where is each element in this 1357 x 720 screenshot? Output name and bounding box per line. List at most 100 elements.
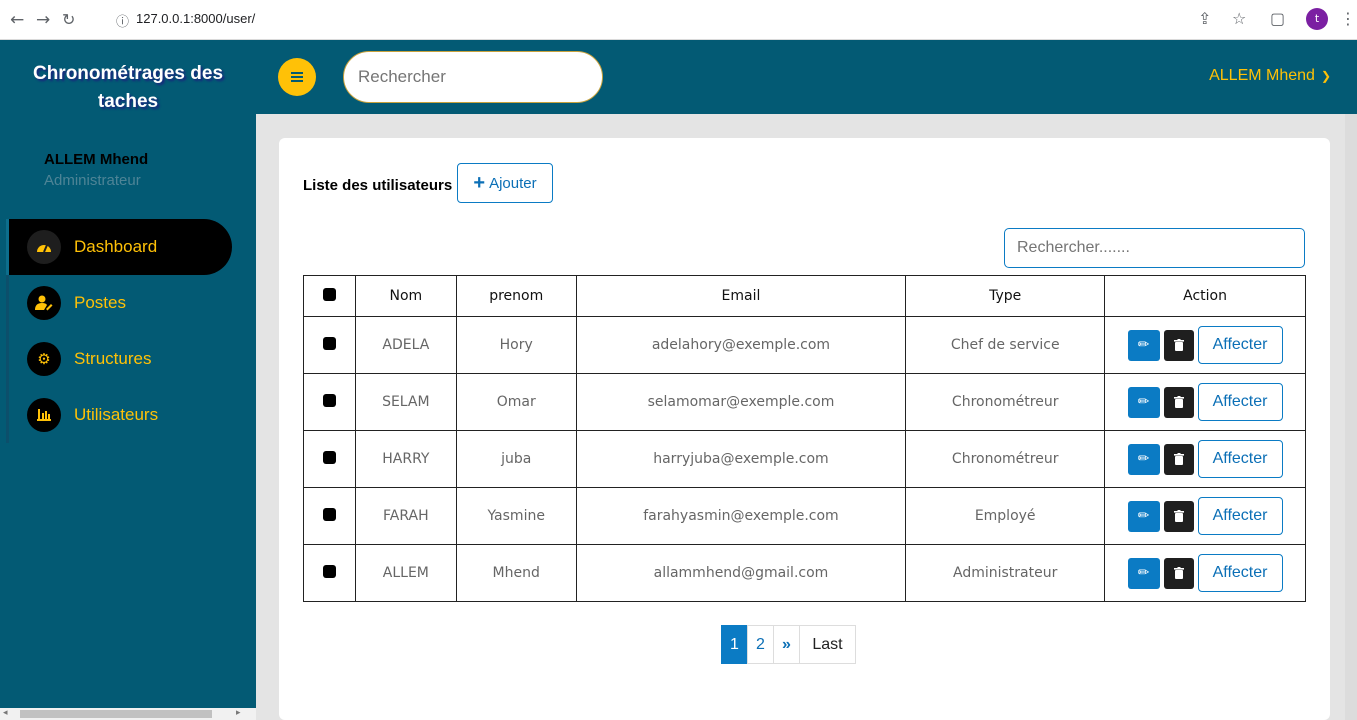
delete-button[interactable] <box>1163 557 1194 589</box>
page-vertical-scrollbar[interactable] <box>1345 114 1357 720</box>
side-panel-icon[interactable]: ▢ <box>1270 9 1285 28</box>
assign-button[interactable]: Affecter <box>1197 440 1283 478</box>
table-search-input[interactable] <box>1004 228 1305 268</box>
last-page-button[interactable]: Last <box>799 625 856 664</box>
row-checkbox-cell[interactable] <box>303 430 356 488</box>
page-title: Liste des utilisateurs <box>303 177 453 194</box>
info-icon[interactable]: ⓘ <box>116 11 129 30</box>
assign-button[interactable]: Affecter <box>1197 554 1283 592</box>
column-header-email: Email <box>575 275 907 317</box>
cell-email: selamomar@exemple.com <box>575 373 907 431</box>
cell-actions: ✏︎ Affecter <box>1104 544 1306 602</box>
user-menu-name: ALLEM Mhend <box>1209 67 1315 84</box>
row-checkbox[interactable] <box>322 393 336 407</box>
browser-menu-icon[interactable]: ⋮ <box>1340 9 1356 28</box>
cell-email: farahyasmin@exemple.com <box>575 487 907 545</box>
assign-button[interactable]: Affecter <box>1197 497 1283 535</box>
table-row: ADELA Hory adelahory@exemple.com Chef de se… <box>303 316 1306 374</box>
share-icon[interactable]: ⇪ <box>1198 9 1211 28</box>
cell-prenom: Yasmine <box>455 487 577 545</box>
gauge-icon <box>27 230 61 264</box>
cell-prenom: juba <box>455 430 577 488</box>
user-edit-icon <box>27 286 61 320</box>
cell-actions: ✏︎ Affecter <box>1104 373 1306 431</box>
row-checkbox-cell[interactable] <box>303 544 356 602</box>
row-checkbox-cell[interactable] <box>303 373 356 431</box>
edit-button[interactable]: ✏︎ <box>1127 386 1160 418</box>
pencil-icon: ✏︎ <box>1137 394 1150 410</box>
delete-button[interactable] <box>1163 443 1194 475</box>
cell-email: adelahory@exemple.com <box>575 316 907 374</box>
profile-avatar[interactable]: t <box>1306 8 1328 30</box>
menu-toggle-button[interactable] <box>278 58 316 96</box>
edit-button[interactable]: ✏︎ <box>1127 329 1160 361</box>
next-page-button[interactable]: » <box>773 625 800 664</box>
sidebar-item-structures[interactable]: ⚙ Structures <box>6 331 232 387</box>
cog-icon: ⚙ <box>27 342 61 376</box>
row-actions: ✏︎ Affecter <box>1105 383 1305 421</box>
reload-icon[interactable]: ↻ <box>62 10 75 29</box>
users-table: Nom prenom Email Type Action ADELA Hory ad… <box>303 275 1306 602</box>
edit-button[interactable]: ✏︎ <box>1127 557 1160 589</box>
forward-icon[interactable]: → <box>36 10 50 30</box>
edit-button[interactable]: ✏︎ <box>1127 443 1160 475</box>
row-checkbox[interactable] <box>322 336 336 350</box>
row-checkbox-cell[interactable] <box>303 316 356 374</box>
row-checkbox[interactable] <box>322 450 336 464</box>
row-checkbox[interactable] <box>322 564 336 578</box>
select-all-checkbox[interactable] <box>322 287 336 301</box>
page-1-button[interactable]: 1 <box>721 625 748 664</box>
pencil-icon: ✏︎ <box>1137 508 1150 524</box>
add-user-label: Ajouter <box>489 174 537 192</box>
delete-button[interactable] <box>1163 329 1194 361</box>
bar-chart-icon <box>27 398 61 432</box>
row-actions: ✏︎ Affecter <box>1105 326 1305 364</box>
chevron-down-icon: ❯ <box>1320 69 1331 83</box>
trash-icon <box>1173 396 1184 408</box>
sidebar-item-dashboard[interactable]: Dashboard <box>6 219 232 275</box>
user-menu[interactable]: ALLEM Mhend ❯ <box>1209 67 1331 85</box>
delete-button[interactable] <box>1163 500 1194 532</box>
row-checkbox-cell[interactable] <box>303 487 356 545</box>
cell-type: Chef de service <box>905 316 1106 374</box>
cell-prenom: Hory <box>455 316 577 374</box>
plus-icon: + <box>473 172 486 194</box>
cell-nom: ADELA <box>354 316 457 374</box>
back-icon[interactable]: ← <box>10 10 24 30</box>
delete-button[interactable] <box>1163 386 1194 418</box>
sidebar-horizontal-scrollbar[interactable]: ◂ ▸ <box>0 708 256 720</box>
cell-actions: ✏︎ Affecter <box>1104 487 1306 545</box>
row-checkbox[interactable] <box>322 507 336 521</box>
assign-button[interactable]: Affecter <box>1197 383 1283 421</box>
app-brand[interactable]: Chronométrages des taches <box>0 60 256 116</box>
sidebar-item-postes[interactable]: Postes <box>6 275 232 331</box>
bookmark-star-icon[interactable]: ☆ <box>1232 9 1246 28</box>
table-row: ALLEM Mhend allammhend@gmail.com Administra… <box>303 544 1306 602</box>
column-header-prenom: prenom <box>455 275 577 317</box>
address-bar[interactable]: 127.0.0.1:8000/user/ <box>136 11 255 26</box>
sidebar: Chronométrages des taches ALLEM Mhend Ad… <box>0 40 256 708</box>
top-navbar: ALLEM Mhend ❯ <box>256 40 1357 114</box>
sidebar-item-label: Postes <box>74 293 126 312</box>
scroll-right-icon[interactable]: ▸ <box>236 708 241 718</box>
trash-icon <box>1173 339 1184 351</box>
sidebar-item-utilisateurs[interactable]: Utilisateurs <box>6 387 232 443</box>
cell-nom: FARAH <box>354 487 457 545</box>
scrollbar-thumb[interactable] <box>20 710 212 718</box>
sidebar-item-label: Dashboard <box>74 237 158 256</box>
page-2-button[interactable]: 2 <box>747 625 774 664</box>
add-user-button[interactable]: + Ajouter <box>457 163 553 203</box>
select-all-checkbox-cell[interactable] <box>303 275 356 317</box>
table-header-row: Nom prenom Email Type Action <box>303 275 1306 317</box>
sidebar-user-role: Administrateur <box>44 172 141 189</box>
assign-button[interactable]: Affecter <box>1197 326 1283 364</box>
row-actions: ✏︎ Affecter <box>1105 440 1305 478</box>
table-row: FARAH Yasmine farahyasmin@exemple.com Emplo… <box>303 487 1306 545</box>
scroll-left-icon[interactable]: ◂ <box>3 708 8 718</box>
column-header-type: Type <box>905 275 1106 317</box>
edit-button[interactable]: ✏︎ <box>1127 500 1160 532</box>
cell-email: allammhend@gmail.com <box>575 544 907 602</box>
top-search-input[interactable] <box>343 51 603 103</box>
cell-nom: SELAM <box>354 373 457 431</box>
sidebar-item-label: Utilisateurs <box>74 405 159 424</box>
